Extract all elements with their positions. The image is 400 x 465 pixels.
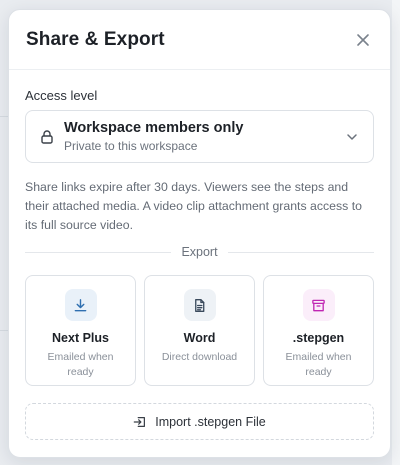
- export-option-title: Next Plus: [52, 331, 109, 345]
- modal-header: Share & Export: [9, 10, 390, 70]
- access-level-label: Access level: [25, 88, 98, 103]
- lock-icon: [41, 129, 53, 144]
- export-options: Next Plus Emailed when ready Word Direct…: [25, 275, 374, 386]
- import-icon: [133, 416, 146, 427]
- document-icon: [195, 298, 205, 312]
- close-button[interactable]: [351, 28, 375, 52]
- modal-title: Share & Export: [26, 28, 165, 50]
- export-option-title: Word: [183, 331, 216, 345]
- access-level-value: Workspace members only: [64, 120, 244, 136]
- close-icon: [357, 33, 369, 46]
- archive-icon: [312, 299, 325, 311]
- access-level-select[interactable]: Workspace members only Private to this w…: [25, 110, 374, 163]
- export-option-subtitle: Direct download: [161, 351, 238, 363]
- export-option-title: .stepgen: [292, 331, 345, 345]
- import-button-label: Import .stepgen File: [155, 414, 266, 429]
- export-icon-box: [64, 289, 97, 321]
- export-word-button[interactable]: Word Direct download: [144, 275, 255, 386]
- export-stepgen-button[interactable]: .stepgen Emailed when ready: [263, 275, 374, 386]
- import-stepgen-button[interactable]: Import .stepgen File: [25, 403, 374, 440]
- export-option-subtitle: Emailed when ready: [285, 351, 352, 378]
- chevron-down-icon: [347, 133, 357, 140]
- access-level-subtitle: Private to this workspace: [64, 139, 198, 153]
- export-next-plus-button[interactable]: Next Plus Emailed when ready: [25, 275, 136, 386]
- share-description: Share links expire after 30 days. Viewer…: [25, 180, 362, 232]
- export-divider: Export: [25, 245, 375, 259]
- export-option-subtitle: Emailed when ready: [47, 351, 114, 378]
- share-export-modal: Share & Export Access level Workspace me…: [8, 9, 391, 458]
- export-icon-box: [302, 289, 335, 321]
- export-divider-label: Export: [181, 245, 218, 259]
- download-icon: [74, 298, 87, 311]
- export-icon-box: [183, 289, 216, 321]
